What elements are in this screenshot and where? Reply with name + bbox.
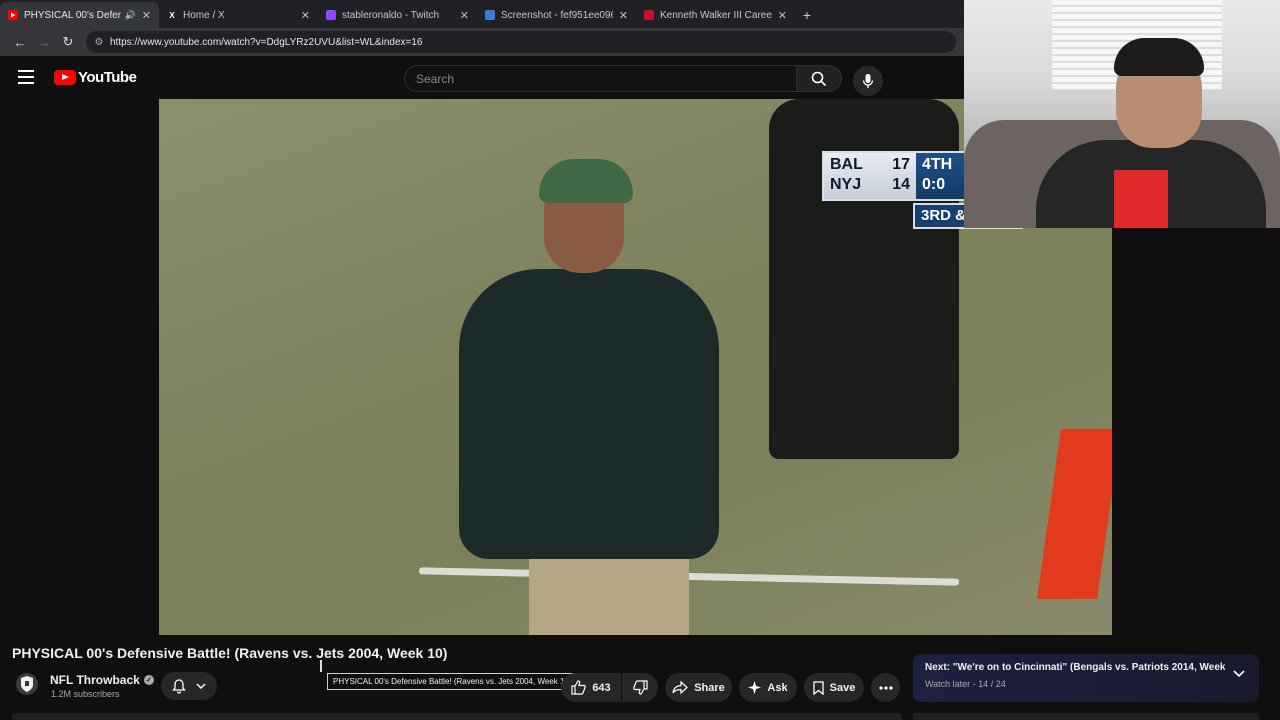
playlist-next-card[interactable]: Next: "We're on to Cincinnati" (Bengals … [913,654,1259,702]
new-tab-icon[interactable]: + [795,2,819,28]
dislike-button[interactable] [622,673,658,702]
thumbs-up-icon [571,680,587,695]
chevron-down-icon[interactable] [1233,670,1245,677]
coach-figure [419,159,749,635]
share-label: Share [694,681,725,694]
team2-name: NYJ [830,176,862,193]
logo-text: YouTube [78,69,137,86]
video-title: PHYSICAL 00's Defensive Battle! (Ravens … [12,645,448,661]
description-box-edge [12,713,902,720]
microphone-icon [862,74,874,88]
like-button[interactable]: 643 [561,673,621,702]
voice-search-button[interactable] [853,66,883,96]
like-count: 643 [592,681,611,694]
search-icon [811,71,827,86]
game-clock: 0:0 [922,176,946,193]
quarter: 4TH [922,156,953,173]
save-label: Save [829,681,856,694]
browser-tab-strip: PHYSICAL 00's Defensive B 🔊 ✕ X Home / X… [0,0,964,28]
thumbs-down-icon [632,680,648,695]
bookmark-icon [812,680,824,695]
team1-score: 17 [892,156,910,173]
x-icon: X [169,10,175,20]
close-tab-icon[interactable]: ✕ [778,9,787,22]
next-video-title: Next: "We're on to Cincinnati" (Bengals … [925,662,1225,673]
tab-x[interactable]: X Home / X ✕ [159,2,318,28]
channel-avatar[interactable] [16,673,38,695]
notifications-button[interactable] [161,672,217,700]
team2-score: 14 [892,176,910,193]
title-tooltip: PHYSICAL 00's Defensive Battle! (Ravens … [327,673,578,690]
close-tab-icon[interactable]: ✕ [142,9,151,22]
save-button[interactable]: Save [804,673,864,702]
youtube-play-icon [54,70,76,85]
ask-label: Ask [767,681,788,694]
text-cursor [320,660,322,672]
channel-name[interactable]: NFL Throwback ✓ [50,673,154,687]
youtube-logo[interactable]: YouTube [54,69,137,86]
tab-screenshot[interactable]: Screenshot - fef951ee096158d ✕ [477,2,636,28]
twitch-icon [326,10,336,20]
youtube-icon [8,10,18,20]
close-tab-icon[interactable]: ✕ [619,9,628,22]
screenshot-icon [485,10,495,20]
tab-title: Screenshot - fef951ee096158d [501,9,613,21]
playlist-panel-edge [913,713,1259,720]
share-icon [672,681,689,694]
playlist-position: Watch later - 14 / 24 [925,679,1006,689]
share-button[interactable]: Share [665,673,732,702]
hamburger-menu-icon[interactable] [18,70,34,84]
search-box [404,65,796,92]
chevron-down-icon [196,683,206,689]
ask-button[interactable]: Ask [739,673,797,702]
subscriber-count: 1.2M subscribers [51,689,120,699]
verified-icon: ✓ [143,675,154,685]
more-actions-button[interactable] [871,673,900,702]
search-input[interactable] [416,71,796,86]
site-info-icon[interactable]: ⚙ [92,35,106,49]
tab-youtube[interactable]: PHYSICAL 00's Defensive B 🔊 ✕ [0,2,159,28]
scorebug: BAL 17 NYJ 14 4TH 0:0 [822,151,968,201]
more-horizontal-icon [878,685,893,690]
url-text: https://www.youtube.com/watch?v=DdgLYRz2… [110,36,423,48]
search-button[interactable] [796,65,842,92]
close-tab-icon[interactable]: ✕ [301,9,310,22]
sparkle-icon [748,681,762,694]
tab-twitch[interactable]: stableronaldo - Twitch ✕ [318,2,477,28]
tab-title: PHYSICAL 00's Defensive B [24,9,121,21]
url-bar[interactable]: ⚙ https://www.youtube.com/watch?v=DdgLYR… [86,31,956,53]
youtube-header: YouTube [0,58,964,98]
address-toolbar: ← → ↻ ⚙ https://www.youtube.com/watch?v=… [0,28,964,56]
back-icon[interactable]: ← [8,30,32,54]
close-tab-icon[interactable]: ✕ [460,9,469,22]
forward-icon[interactable]: → [32,30,56,54]
webcam-overlay [964,0,1280,228]
team1-name: BAL [830,156,863,173]
speaker-icon[interactable]: 🔊 [125,10,136,21]
tab-title: stableronaldo - Twitch [342,9,440,21]
yard-marker [1037,429,1112,599]
tab-title: Home / X [183,9,225,21]
tab-title: Kenneth Walker III Career Stats [660,9,772,21]
channel-name-text: NFL Throwback [50,673,140,687]
bell-icon [172,678,186,694]
stats-icon [644,10,654,20]
reload-icon[interactable]: ↻ [56,30,80,54]
tab-stats[interactable]: Kenneth Walker III Career Stats ✕ [636,2,795,28]
